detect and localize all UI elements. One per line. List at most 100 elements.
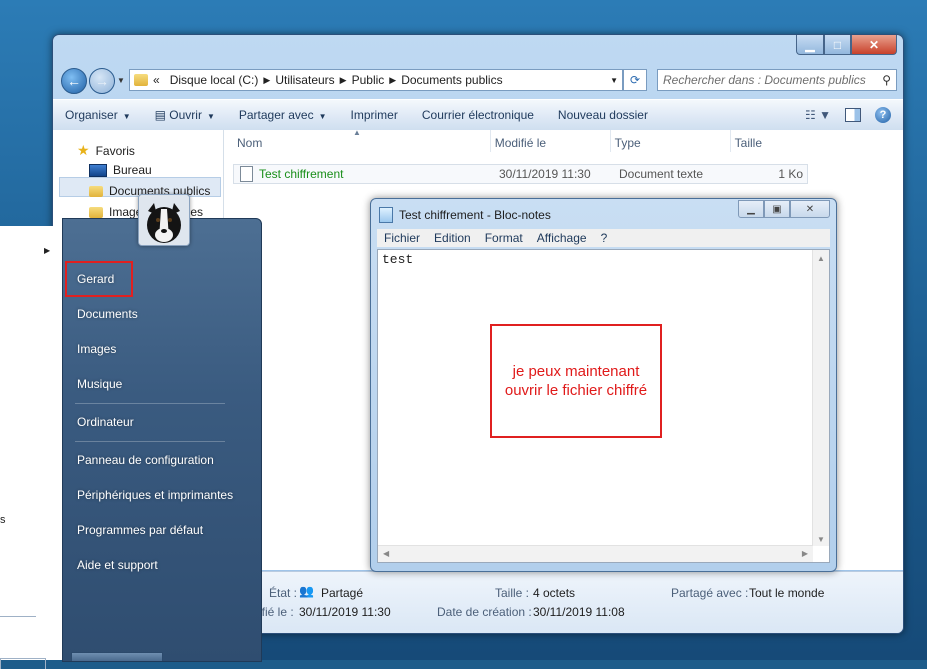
- column-modifie[interactable]: Modifié le: [491, 130, 611, 152]
- desktop-icon: [89, 163, 107, 177]
- menu-help[interactable]: ?: [594, 231, 615, 245]
- etat-label: État :: [269, 586, 298, 600]
- partager-button[interactable]: Partager avec ▼: [227, 108, 339, 122]
- imprimer-button[interactable]: Imprimer: [339, 108, 410, 122]
- menu-fichier[interactable]: Fichier: [377, 231, 427, 245]
- nav-bureau[interactable]: Bureau: [89, 163, 152, 177]
- start-item-panneau[interactable]: Panneau de configuration: [77, 453, 214, 467]
- column-taille[interactable]: Taille: [731, 130, 808, 152]
- notepad-editor[interactable]: test ▲ ▼ ◀ ▶ je peux maintenant ouvrir l…: [377, 249, 830, 563]
- divider: [75, 441, 225, 442]
- folder-icon: [89, 185, 103, 197]
- breadcrumb-disque-local[interactable]: Disque local (C:): [170, 73, 259, 87]
- breadcrumb-separator-icon[interactable]: ▶: [263, 75, 270, 86]
- navigation-row: ← → ▼ « Disque local (C:) ▶ Utilisateurs…: [59, 68, 897, 94]
- notepad-titlebar: Test chiffrement - Bloc-notes: [379, 207, 551, 223]
- breadcrumb-separator-icon[interactable]: ▶: [389, 75, 396, 86]
- start-item-musique[interactable]: Musique: [77, 377, 122, 391]
- notepad-close-button[interactable]: ✕: [790, 200, 830, 218]
- command-bar: Organiser ▼ ▤ Ouvrir ▼ Partager avec ▼ Impr…: [53, 99, 903, 131]
- menu-affichage[interactable]: Affichage: [530, 231, 594, 245]
- taille-value: 4 octets: [533, 586, 576, 600]
- chevron-down-icon: ▼: [318, 112, 327, 121]
- notepad-window: Test chiffrement - Bloc-notes ▁ ▣ ✕ Fich…: [370, 198, 837, 572]
- breadcrumb-separator-icon[interactable]: ▶: [340, 75, 347, 86]
- chevron-down-icon: ▼: [122, 112, 131, 121]
- column-type[interactable]: Type: [611, 130, 731, 152]
- breadcrumb-utilisateurs[interactable]: Utilisateurs: [275, 73, 334, 87]
- notepad-maximize-button[interactable]: ▣: [764, 200, 790, 218]
- search-icon[interactable]: ⚲: [882, 73, 891, 87]
- file-name: Test chiffrement: [259, 167, 344, 181]
- back-arrow-icon: ←: [67, 73, 81, 89]
- divider: [75, 403, 225, 404]
- chevron-down-icon: ▼: [206, 112, 215, 121]
- user-avatar[interactable]: [138, 194, 190, 246]
- refresh-icon: ⟳: [629, 73, 641, 87]
- notepad-icon: [379, 207, 393, 223]
- organiser-button[interactable]: Organiser ▼: [53, 108, 143, 122]
- back-button[interactable]: ←: [61, 68, 87, 94]
- nav-favoris-label: Favoris: [95, 143, 135, 158]
- history-dropdown-icon[interactable]: ▼: [117, 76, 125, 85]
- ouvrir-button[interactable]: ▤ Ouvrir ▼: [143, 108, 227, 122]
- start-item-aide[interactable]: Aide et support: [77, 558, 158, 572]
- view-options-icon[interactable]: ☷ ▼: [805, 108, 831, 122]
- vertical-scrollbar[interactable]: ▲ ▼: [812, 250, 829, 546]
- address-bar[interactable]: « Disque local (C:) ▶ Utilisateurs ▶ Pub…: [129, 69, 623, 91]
- divider: [0, 616, 36, 617]
- notepad-icon: ▤: [154, 108, 170, 122]
- scroll-right-icon[interactable]: ▶: [802, 549, 808, 558]
- shared-users-icon: 👥: [299, 584, 314, 598]
- file-row[interactable]: Test chiffrement 30/11/2019 11:30 Docume…: [233, 164, 808, 184]
- maximize-button[interactable]: □: [824, 35, 851, 55]
- folder-icon: [89, 206, 103, 218]
- notepad-text[interactable]: test: [382, 252, 413, 267]
- menu-edition[interactable]: Edition: [427, 231, 478, 245]
- partager-label: Partager avec: [238, 108, 314, 122]
- column-nom-label: Nom: [237, 136, 263, 150]
- minimize-button[interactable]: ▁: [796, 35, 824, 55]
- search-input[interactable]: Rechercher dans : Documents publics: [663, 73, 882, 87]
- column-headers: Nom ▲ Modifié le Type Taille: [233, 128, 808, 152]
- start-menu-places-pane: Gerard Documents Images Musique Ordinate…: [62, 218, 262, 662]
- menu-format[interactable]: Format: [478, 231, 530, 245]
- start-item-gerard[interactable]: Gerard: [77, 272, 114, 286]
- help-icon[interactable]: ?: [875, 107, 891, 123]
- partage-value: Tout le monde: [749, 586, 825, 600]
- start-menu-programs-pane: ▶ s: [0, 226, 63, 669]
- file-modified: 30/11/2019 11:30: [499, 167, 591, 181]
- forward-arrow-icon: →: [95, 73, 109, 89]
- preview-pane-icon[interactable]: [845, 108, 861, 122]
- notepad-minimize-button[interactable]: ▁: [738, 200, 764, 218]
- breadcrumb-documents-publics[interactable]: Documents publics: [401, 73, 502, 87]
- forward-button[interactable]: →: [89, 68, 115, 94]
- scroll-up-icon[interactable]: ▲: [817, 254, 825, 263]
- breadcrumb-public[interactable]: Public: [352, 73, 385, 87]
- address-overflow-chevron[interactable]: «: [153, 73, 160, 87]
- start-item-ordinateur[interactable]: Ordinateur: [77, 415, 134, 429]
- column-nom[interactable]: Nom ▲: [233, 128, 491, 152]
- courrier-button[interactable]: Courrier électronique: [410, 108, 546, 122]
- submenu-arrow-icon[interactable]: ▶: [44, 246, 50, 255]
- nouveau-dossier-button[interactable]: Nouveau dossier: [546, 108, 660, 122]
- start-menu-left-fragment: s: [0, 514, 6, 526]
- refresh-button[interactable]: ⟳: [623, 69, 647, 91]
- notepad-title: Test chiffrement - Bloc-notes: [399, 208, 551, 222]
- horizontal-scrollbar[interactable]: ◀ ▶: [378, 545, 813, 562]
- start-item-images[interactable]: Images: [77, 342, 116, 356]
- start-menu: ▶ s Gerard Documents Images Musique Ordi…: [0, 218, 262, 669]
- file-type: Document texte: [619, 167, 704, 181]
- scroll-down-icon[interactable]: ▼: [817, 535, 825, 544]
- start-item-peripheriques[interactable]: Périphériques et imprimantes: [77, 488, 233, 502]
- dog-picture-icon: [139, 195, 189, 245]
- close-button[interactable]: ✕: [851, 35, 897, 55]
- folder-icon: [134, 74, 148, 86]
- address-dropdown-icon[interactable]: ▼: [610, 76, 618, 85]
- start-item-programmes[interactable]: Programmes par défaut: [77, 523, 203, 537]
- star-icon: ★: [77, 142, 90, 158]
- start-item-documents[interactable]: Documents: [77, 307, 138, 321]
- nav-favoris[interactable]: ★ Favoris: [77, 142, 135, 159]
- search-box[interactable]: Rechercher dans : Documents publics ⚲: [657, 69, 897, 91]
- scroll-left-icon[interactable]: ◀: [383, 549, 389, 558]
